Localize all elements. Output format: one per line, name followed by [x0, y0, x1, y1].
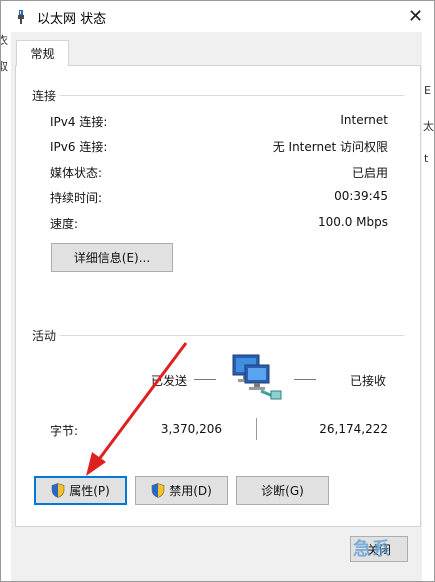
- background-window-right: E 太 t: [422, 32, 434, 581]
- ipv4-value: Internet: [340, 113, 388, 127]
- background-window-left: 衣 取: [1, 32, 11, 581]
- tab-panel-general: 连接 IPv4 连接: Internet IPv6 连接: 无 Internet…: [15, 65, 421, 527]
- connection-group-label: 连接: [32, 89, 57, 103]
- window-title: 以太网 状态: [37, 12, 107, 27]
- diagnose-button[interactable]: 诊断(G): [236, 476, 329, 505]
- watermark: 急系: [353, 539, 391, 560]
- received-label: 已接收: [350, 374, 387, 388]
- media-state-value: 已启用: [351, 166, 388, 180]
- activity-group-label: 活动: [32, 329, 57, 343]
- received-dash: [294, 379, 316, 380]
- background-text: t: [424, 152, 429, 165]
- sent-dash: [194, 379, 216, 380]
- ipv4-label: IPv4 连接:: [50, 115, 108, 129]
- sent-label: 已发送: [151, 374, 188, 388]
- media-state-label: 媒体状态:: [50, 166, 103, 180]
- speed-value: 100.0 Mbps: [317, 215, 388, 229]
- ethernet-status-window: 以太网 状态 ✕ 衣 取 E 太 t 常规 连接 IPv4 连接: Intern…: [0, 0, 435, 582]
- bytes-sent-value: 3,370,206: [160, 422, 222, 436]
- properties-label: 属性(P): [69, 484, 110, 498]
- uac-shield-icon: [51, 483, 65, 498]
- network-computers-icon: [232, 354, 282, 400]
- ipv6-value: 无 Internet 访问权限: [272, 140, 388, 154]
- background-text: 衣: [1, 34, 8, 47]
- details-button[interactable]: 详细信息(E)...: [51, 243, 173, 272]
- background-text: 太: [423, 120, 434, 133]
- tab-general[interactable]: 常规: [16, 40, 69, 66]
- duration-label: 持续时间:: [50, 191, 103, 205]
- ipv6-label: IPv6 连接:: [50, 140, 108, 154]
- bytes-received-value: 26,174,222: [319, 422, 388, 436]
- uac-shield-icon: [151, 483, 165, 498]
- disable-button[interactable]: 禁用(D): [135, 476, 228, 505]
- divider: [60, 95, 404, 96]
- background-text: 取: [1, 60, 8, 73]
- title-bar: 以太网 状态 ✕: [1, 1, 434, 32]
- close-icon[interactable]: ✕: [397, 1, 434, 32]
- divider: [256, 418, 257, 440]
- disable-label: 禁用(D): [169, 484, 212, 498]
- duration-value: 00:39:45: [334, 189, 388, 203]
- bytes-label: 字节:: [50, 424, 79, 438]
- properties-button[interactable]: 属性(P): [34, 476, 127, 505]
- network-cable-icon: [18, 10, 24, 24]
- divider: [60, 335, 404, 336]
- background-text: E: [424, 84, 431, 97]
- speed-label: 速度:: [50, 217, 79, 231]
